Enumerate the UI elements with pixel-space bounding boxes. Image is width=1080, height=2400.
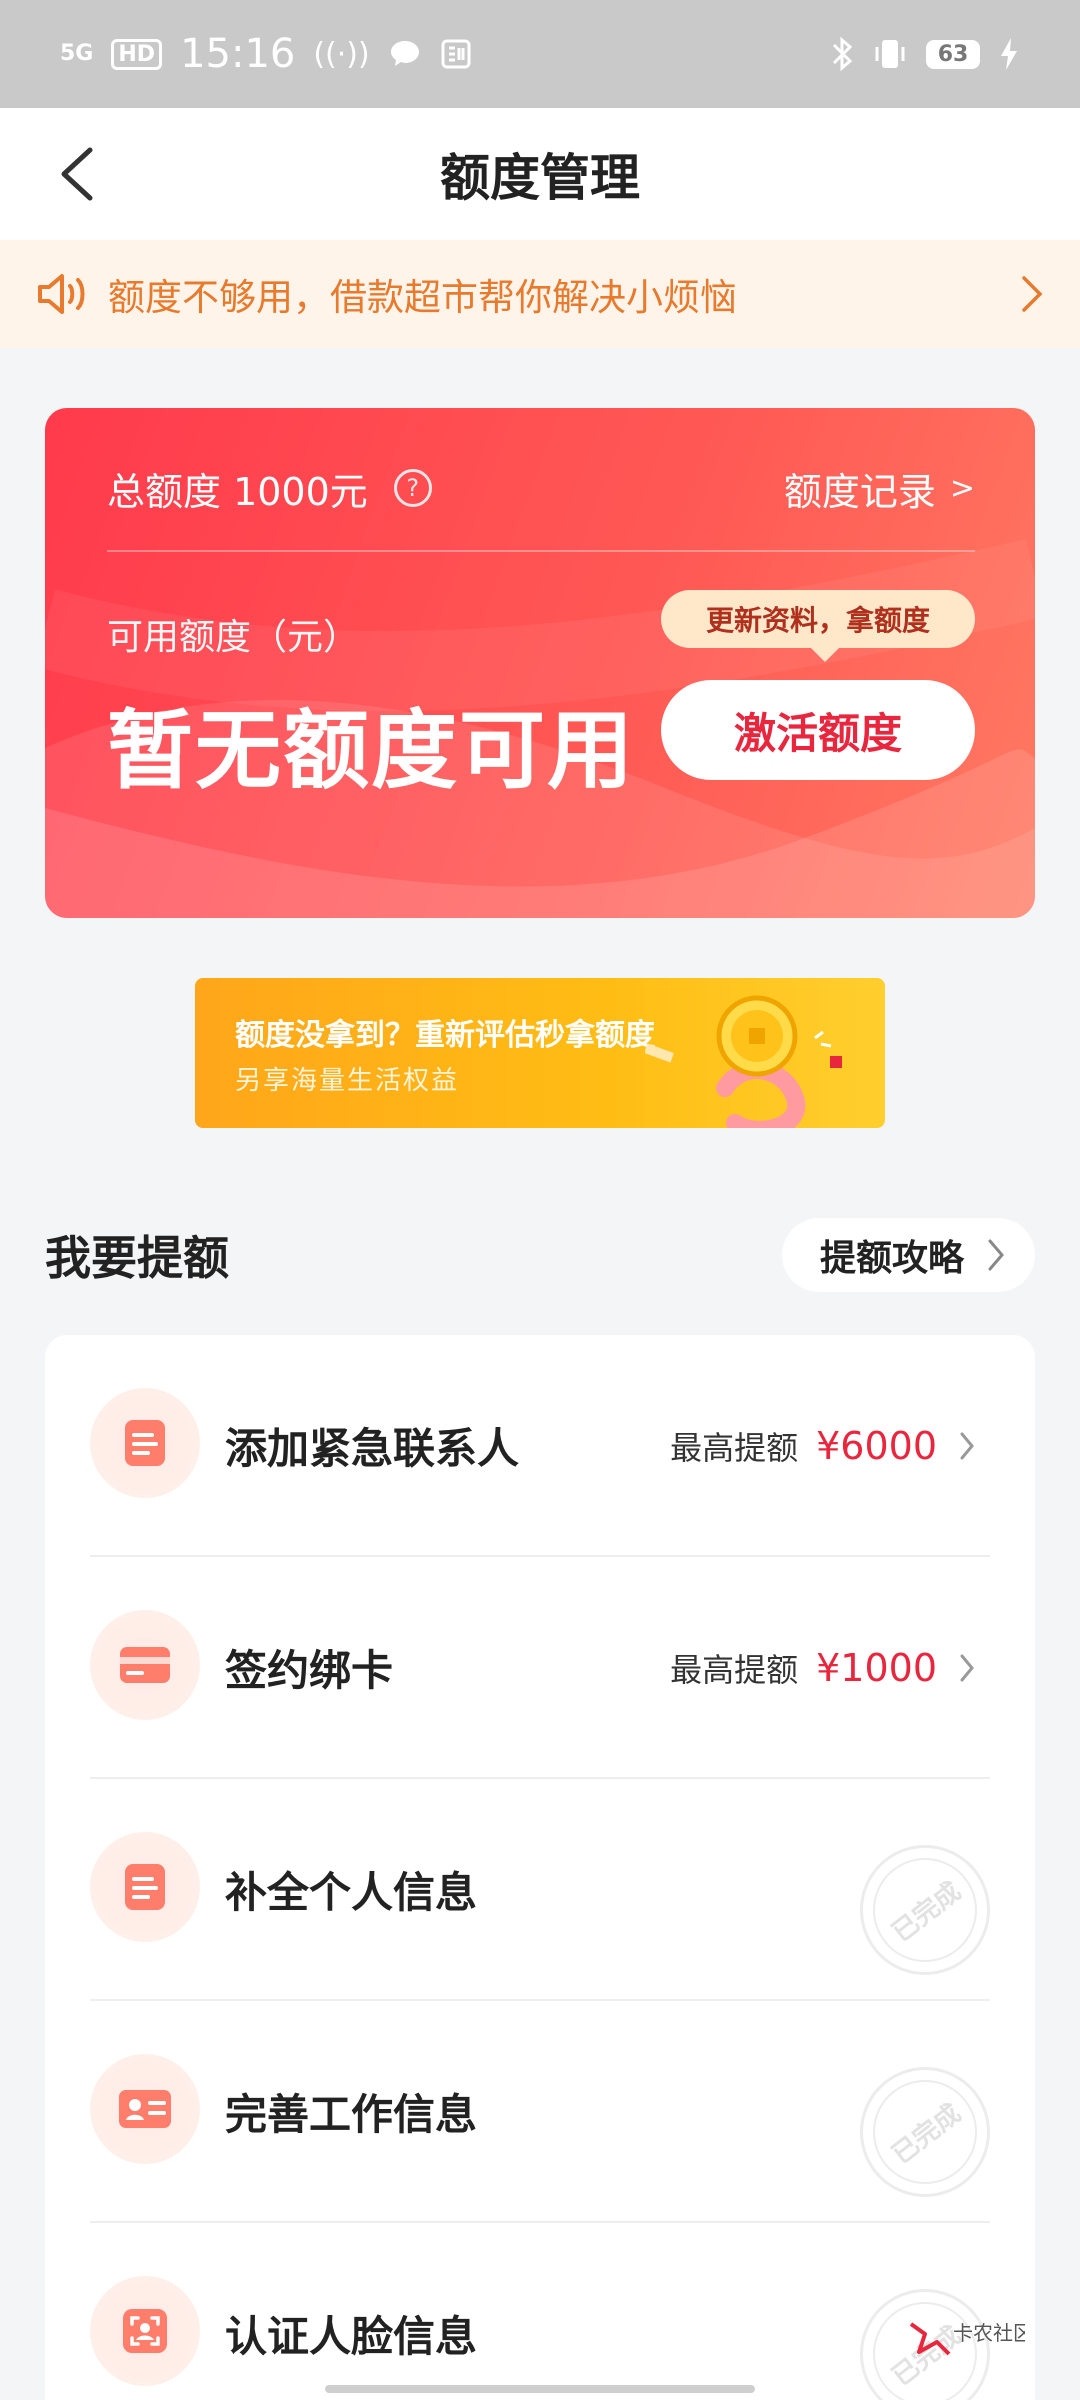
battery-level: 63 <box>926 39 980 69</box>
section-title: 我要提额 <box>45 1231 229 1285</box>
help-icon[interactable]: ? <box>393 469 432 507</box>
app-notification-icon <box>441 39 471 69</box>
strategy-label: 提额攻略 <box>820 1238 965 1279</box>
available-limit-value: 暂无额度可用 <box>107 701 635 801</box>
strategy-button[interactable]: 提额攻略 <box>782 1218 1035 1292</box>
task-bind-card[interactable]: 签约绑卡 最高提额 ¥1000 <box>45 1557 1035 1779</box>
face-scan-icon <box>90 2276 200 2386</box>
chevron-right-icon: > <box>949 470 975 506</box>
tip-bubble: 更新资料，拿额度 <box>661 590 975 662</box>
task-title: 认证人脸信息 <box>225 2312 478 2361</box>
max-increase-amount: ¥1000 <box>816 1646 937 1690</box>
task-face-verify[interactable]: 认证人脸信息 已完成 <box>45 2223 1035 2400</box>
promo-banner[interactable]: 额度没拿到？重新评估秒拿额度 另享海量生活权益 <box>195 978 885 1128</box>
max-increase-label: 最高提额 <box>670 1651 799 1689</box>
available-limit-label: 可用额度（元） <box>107 617 360 658</box>
task-emergency-contact[interactable]: 添加紧急联系人 最高提额 ¥6000 <box>45 1335 1035 1557</box>
message-icon <box>390 41 419 66</box>
nav-header: 额度管理 <box>0 108 1080 240</box>
document-icon <box>90 1388 200 1498</box>
max-increase-label: 最高提额 <box>670 1429 799 1467</box>
network-indicator: 5G <box>60 41 94 66</box>
chevron-right-icon <box>960 1432 974 1460</box>
watermark-logo: 卡农社区 <box>909 2321 1025 2356</box>
chevron-right-icon <box>988 1239 1004 1271</box>
chevron-right-icon <box>1022 276 1043 312</box>
credit-limit-card: 总额度 1000元 ? 额度记录 > 可用额度（元） 暂无额度可用 更新资料，拿… <box>45 408 1035 918</box>
task-title: 签约绑卡 <box>225 1646 394 1695</box>
task-title: 补全个人信息 <box>225 1868 478 1917</box>
completed-stamp: 已完成 <box>852 2059 998 2205</box>
completed-stamp: 已完成 <box>852 1837 998 1983</box>
wireless-icon: ((·)) <box>313 36 370 72</box>
home-indicator[interactable] <box>325 2385 755 2393</box>
task-title: 完善工作信息 <box>225 2090 478 2139</box>
vibrate-icon <box>875 40 905 68</box>
task-personal-info[interactable]: 补全个人信息 已完成 <box>45 1779 1035 2001</box>
task-title: 添加紧急联系人 <box>225 1424 520 1473</box>
promo-title: 额度没拿到？重新评估秒拿额度 <box>235 1018 655 1053</box>
completed-stamp-text: 已完成 <box>852 1837 998 1983</box>
completed-stamp-text: 已完成 <box>852 2059 998 2205</box>
watermark-text: 卡农社区 <box>953 2321 1025 2345</box>
coin-ribbon-illustration <box>645 995 842 1128</box>
notice-bar[interactable]: 额度不够用，借款超市帮你解决小烦恼 <box>0 240 1080 348</box>
back-icon[interactable] <box>50 144 110 204</box>
notice-text: 额度不够用，借款超市帮你解决小烦恼 <box>108 276 737 319</box>
status-bar: 5G HD 15:16 ((·)) 63 <box>0 0 1080 108</box>
task-list: 添加紧急联系人 最高提额 ¥6000 签约绑卡 最高提额 ¥1000 补全个人信… <box>45 1335 1035 2400</box>
document-icon <box>90 1832 200 1942</box>
chevron-right-icon <box>960 1654 974 1682</box>
total-limit-label: 总额度 1000元 <box>107 469 368 514</box>
bank-card-icon <box>90 1610 200 1720</box>
page-title: 额度管理 <box>440 149 640 207</box>
clock: 15:16 <box>180 31 296 77</box>
card-divider <box>107 550 975 552</box>
id-card-icon <box>90 2054 200 2164</box>
bluetooth-icon <box>832 36 853 72</box>
promo-subtitle: 另享海量生活权益 <box>235 1066 460 1096</box>
activate-limit-button[interactable]: 激活额度 <box>661 680 975 780</box>
limit-record-label: 额度记录 <box>783 469 936 514</box>
hd-badge: HD <box>111 38 163 70</box>
charging-icon <box>1001 38 1017 70</box>
max-increase-amount: ¥6000 <box>816 1424 937 1468</box>
limit-record-link[interactable]: 额度记录 > <box>784 461 975 516</box>
task-work-info[interactable]: 完善工作信息 已完成 <box>45 2001 1035 2223</box>
speaker-icon <box>38 274 85 314</box>
